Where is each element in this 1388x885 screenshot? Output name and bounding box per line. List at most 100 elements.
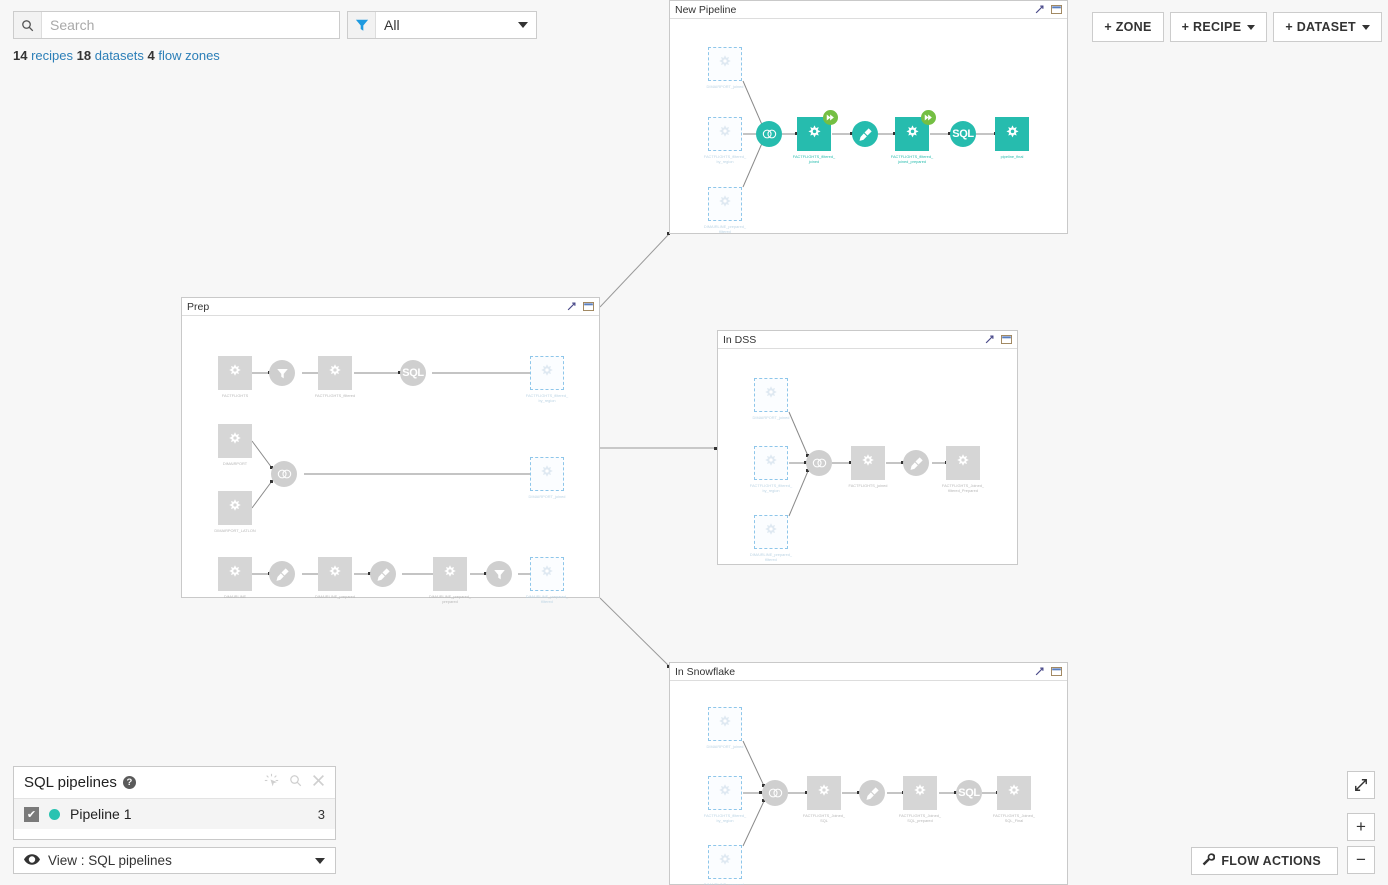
recipe-filter[interactable] [486,561,512,587]
sql-icon: SQL [400,360,426,386]
dataset-label: FACTFLIGHTS_filtered_ by_region [749,483,793,493]
add-recipe-label: + RECIPE [1181,20,1242,34]
zoom-in-label[interactable]: + [1347,813,1375,841]
dataset-node[interactable]: DIMAIRLINE_prepared_ filtered [526,557,568,604]
snowflake-icon [708,845,742,879]
dataset-node[interactable]: DIMAIRPORT_joined [753,378,789,420]
datasets-count: 18 [76,48,92,63]
dataset-node[interactable]: FACTFLIGHTS_filtered_ by_region [750,446,792,493]
eye-icon [24,852,40,870]
recipe-prepare[interactable] [852,121,878,147]
dataset-node[interactable]: DIMAIRLINE_prepared_ filtered [704,845,746,885]
dataset-node[interactable]: FACTFLIGHTS_Joined_ SQL_Final [993,776,1035,823]
dataset-node[interactable]: DIMAIRLINE_prepared_ filtered [704,187,746,234]
dataset-node[interactable]: DIMAIRPORT [218,424,252,466]
fast-forward-badge-icon [823,110,838,125]
dataset-node[interactable]: DIMAIRLINE [218,557,252,599]
snowflake-icon [754,378,788,412]
recipe-join[interactable] [756,121,782,147]
dataset-node[interactable]: DIMAIRPORT_joined [529,457,565,499]
zone-prep[interactable]: Prep FACTFLIGHTS FACTFLIGHTS_filtered SQ… [181,297,600,604]
funnel-icon[interactable] [348,12,376,38]
dataset-node[interactable]: FACTFLIGHTS [218,356,252,398]
dataset-node[interactable]: FACTFLIGHTS_filtered_ by_region [526,356,568,403]
recipe-prepare[interactable] [370,561,396,587]
collapse-arrow-icon[interactable] [567,298,576,316]
dataset-node[interactable]: FACTFLIGHTS_filtered [315,356,355,398]
dataset-node[interactable]: FACTFLIGHTS_filtered_ joined [793,110,838,164]
snowflake-icon [708,776,742,810]
dataset-label: FACTFLIGHTS_filtered [314,393,356,398]
prepare-broom-icon [269,561,295,587]
select-sparkle-icon[interactable] [264,773,279,793]
recipe-prepare[interactable] [859,780,885,806]
expand-arrows-icon[interactable] [1347,771,1375,799]
zone-header-icons [567,298,594,316]
search-icon[interactable] [289,774,302,792]
zone-body: DIMAIRPORT_joined FACTFLIGHTS_filtered_ … [670,19,1067,234]
search-icon[interactable] [14,12,42,38]
pipeline-checkbox[interactable]: ✔ [24,806,39,822]
zoom-out-label[interactable]: − [1347,846,1375,874]
dataset-node[interactable]: FACTFLIGHTS_Joined_ SQL_prepared [899,776,941,823]
zone-in-dss[interactable]: In DSS DIMAIRPORT_joined FACTFLIGHTS_fil… [717,330,1018,565]
snowflake-icon [318,557,352,591]
snowflake-icon [433,557,467,591]
snowflake-icon [997,776,1031,810]
zone-in-snowflake[interactable]: In Snowflake DIMAIRPORT_joined FACTFLIGH… [669,662,1068,885]
filter-dropdown[interactable]: All [376,12,536,38]
recipe-prepare[interactable] [903,450,929,476]
recipes-link[interactable]: recipes [31,48,73,63]
maximize-icon[interactable] [1051,663,1062,681]
dataset-node[interactable]: DIMAIRPORT_LATLON [214,491,256,533]
view-selector[interactable]: View : SQL pipelines [13,847,336,874]
recipe-prepare[interactable] [269,561,295,587]
recipe-filter[interactable] [269,360,295,386]
recipe-join[interactable] [762,780,788,806]
dataset-node[interactable]: DIMAIRPORT_joined [707,47,743,89]
dataset-node[interactable]: FACTFLIGHTS_joined [849,446,887,488]
collapse-arrow-icon[interactable] [1035,1,1044,19]
collapse-arrow-icon[interactable] [985,331,994,349]
snowflake-icon [218,356,252,390]
add-dataset-button[interactable]: + DATASET [1273,12,1382,42]
pipeline-list-item[interactable]: ✔ Pipeline 1 3 [14,799,335,829]
dataset-label: DIMAIRPORT_LATLON [214,528,256,533]
zone-title: In Snowflake [675,665,736,678]
maximize-icon[interactable] [1051,1,1062,19]
top-action-buttons: + ZONE + RECIPE + DATASET [1092,12,1382,42]
flow-canvas: All 14 recipes 18 datasets 4 flow zones … [0,0,1388,885]
recipe-join[interactable] [806,450,832,476]
fit-to-screen-button[interactable] [1347,771,1375,799]
zoom-in-button[interactable]: + [1347,813,1375,841]
recipe-sql[interactable]: SQL [400,360,426,386]
maximize-icon[interactable] [583,298,594,316]
dataset-node[interactable]: DIMAIRLINE_prepared [315,557,355,599]
recipe-sql[interactable]: SQL [956,780,982,806]
recipe-join[interactable] [271,461,297,487]
close-icon[interactable] [312,774,325,792]
maximize-icon[interactable] [1001,331,1012,349]
zone-new-pipeline[interactable]: New Pipeline DIMAIRPORT_joined FACTFLIGH… [669,0,1068,234]
recipe-sql[interactable]: SQL [950,121,976,147]
dataset-node[interactable]: FACTFLIGHTS_filtered_ by_region [704,117,746,164]
dataset-node[interactable]: DIMAIRLINE_prepared_ prepared [429,557,471,604]
add-recipe-button[interactable]: + RECIPE [1169,12,1268,42]
datasets-link[interactable]: datasets [95,48,144,63]
help-icon[interactable]: ? [122,776,136,789]
search-input[interactable] [42,12,339,38]
dataset-node[interactable]: pipeline_final [995,117,1029,159]
flow-actions-button[interactable]: FLOW ACTIONS [1191,847,1338,875]
dataset-node[interactable]: FACTFLIGHTS_Joined_ filtered_Prepared [942,446,984,493]
dataset-node[interactable]: DIMAIRPORT_joined [707,707,743,749]
dataset-node[interactable]: FACTFLIGHTS_filtered_ by_region [704,776,746,823]
add-zone-button[interactable]: + ZONE [1092,12,1164,42]
snowflake-icon [754,515,788,549]
dataset-node[interactable]: DIMAIRLINE_prepared_ filtered [750,515,792,562]
zoom-out-button[interactable]: − [1347,846,1375,874]
dataset-node[interactable]: FACTFLIGHTS_filtered_ joined_prepared [891,110,936,164]
dataset-label: FACTFLIGHTS_filtered_ by_region [703,154,747,164]
flow-zones-link[interactable]: flow zones [158,48,219,63]
dataset-node[interactable]: FACTFLIGHTS_Joined_ SQL [803,776,845,823]
collapse-arrow-icon[interactable] [1035,663,1044,681]
